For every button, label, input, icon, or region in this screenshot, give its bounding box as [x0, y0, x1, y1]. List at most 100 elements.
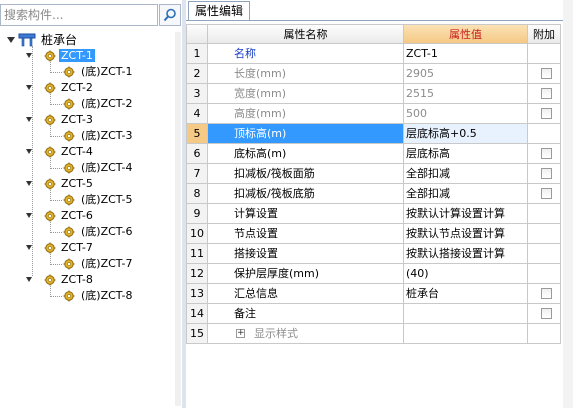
tree-child-item[interactable]: (底)ZCT-7 [79, 256, 134, 272]
extra-checkbox[interactable] [541, 168, 552, 179]
property-value[interactable]: 2905 [404, 64, 528, 84]
tree-child-item[interactable]: (底)ZCT-5 [79, 192, 134, 208]
extra-checkbox[interactable] [541, 308, 552, 319]
tree-group-label: ZCT-3 [61, 113, 93, 126]
property-value[interactable]: 500 [404, 104, 528, 124]
property-value[interactable]: 2515 [404, 84, 528, 104]
group-expander-icon[interactable] [26, 53, 32, 58]
row-number[interactable]: 8 [186, 184, 208, 204]
tree-connector [50, 286, 51, 295]
tree-group-item[interactable]: ZCT-1 [59, 48, 95, 64]
group-expander-icon[interactable] [26, 85, 32, 90]
tree-child-item[interactable]: (底)ZCT-1 [79, 64, 134, 80]
property-value[interactable]: 按默认搭接设置计算 [404, 244, 528, 264]
extra-checkbox[interactable] [541, 68, 552, 79]
tree-group-label: ZCT-8 [61, 273, 93, 286]
tree-child-item[interactable]: (底)ZCT-3 [79, 128, 134, 144]
extra-checkbox[interactable] [541, 108, 552, 119]
tree-group-item[interactable]: ZCT-2 [59, 80, 95, 96]
row-number[interactable]: 5 [186, 124, 208, 144]
property-value[interactable] [404, 324, 528, 344]
property-name[interactable]: 节点设置 [208, 224, 404, 244]
group-expander-icon[interactable] [26, 149, 32, 154]
search-button[interactable] [159, 4, 181, 26]
tree-child-item[interactable]: (底)ZCT-8 [79, 288, 134, 304]
header-name[interactable]: 属性名称 [208, 24, 404, 44]
property-value[interactable]: 按默认节点设置计算 [404, 224, 528, 244]
tree-root-expander-icon[interactable] [7, 37, 15, 43]
tree-connector [50, 296, 62, 297]
group-expander-icon[interactable] [26, 181, 32, 186]
tree-group-item[interactable]: ZCT-3 [59, 112, 95, 128]
property-name[interactable]: 顶标高(m) [208, 124, 404, 144]
row-number[interactable]: 4 [186, 104, 208, 124]
property-value[interactable]: (40) [404, 264, 528, 284]
tree-root-item[interactable]: 桩承台 [39, 32, 79, 48]
row-number[interactable]: 1 [186, 44, 208, 64]
tree-scrollbar[interactable] [175, 32, 181, 406]
tree-group-item[interactable]: ZCT-4 [59, 144, 95, 160]
property-name[interactable]: 汇总信息 [208, 284, 404, 304]
tree-connector [50, 190, 51, 199]
property-name[interactable]: 保护层厚度(mm) [208, 264, 404, 284]
search-input[interactable] [4, 7, 154, 23]
tree-child-item[interactable]: (底)ZCT-2 [79, 96, 134, 112]
property-name[interactable]: 名称 [208, 44, 404, 64]
property-value[interactable]: 全部扣减 [404, 184, 528, 204]
property-value[interactable]: 桩承台 [404, 284, 528, 304]
tab-property-editor[interactable]: 属性编辑 [188, 1, 251, 20]
row-number[interactable]: 9 [186, 204, 208, 224]
extra-checkbox[interactable] [541, 148, 552, 159]
property-name[interactable]: 宽度(mm) [208, 84, 404, 104]
row-number[interactable]: 2 [186, 64, 208, 84]
extra-checkbox[interactable] [541, 188, 552, 199]
row-number[interactable]: 3 [186, 84, 208, 104]
group-expander-icon[interactable] [26, 277, 32, 282]
property-value[interactable]: 层底标高 [404, 144, 528, 164]
row-number[interactable]: 6 [186, 144, 208, 164]
tree-child-item[interactable]: (底)ZCT-4 [79, 160, 134, 176]
extra-checkbox[interactable] [541, 88, 552, 99]
row-number[interactable]: 14 [186, 304, 208, 324]
tree-group-item[interactable]: ZCT-6 [59, 208, 95, 224]
property-name[interactable]: 长度(mm) [208, 64, 404, 84]
property-value[interactable]: 全部扣减 [404, 164, 528, 184]
row-number[interactable]: 7 [186, 164, 208, 184]
tree-connector [50, 136, 62, 137]
property-name[interactable]: 高度(mm) [208, 104, 404, 124]
row-number[interactable]: 11 [186, 244, 208, 264]
property-name[interactable]: 底标高(m) [208, 144, 404, 164]
extra-checkbox[interactable] [541, 288, 552, 299]
row-number[interactable]: 12 [186, 264, 208, 284]
row-number[interactable]: 13 [186, 284, 208, 304]
property-name[interactable]: 搭接设置 [208, 244, 404, 264]
tree-group-label: ZCT-2 [61, 81, 93, 94]
tree-group-item[interactable]: ZCT-5 [59, 176, 95, 192]
search-box[interactable] [0, 4, 158, 26]
grid-scrollbar[interactable] [563, 0, 573, 408]
tree-child-item[interactable]: (底)ZCT-6 [79, 224, 134, 240]
header-extra[interactable]: 附加 [528, 24, 561, 44]
property-name[interactable]: 计算设置 [208, 204, 404, 224]
row-number[interactable]: 10 [186, 224, 208, 244]
property-name[interactable]: 扣减板/筏板底筋 [208, 184, 404, 204]
property-name[interactable]: 备注 [208, 304, 404, 324]
group-expander-icon[interactable] [26, 245, 32, 250]
property-name[interactable]: + 显示样式 [208, 324, 404, 344]
expand-plus-icon[interactable]: + [236, 329, 245, 338]
group-expander-icon[interactable] [26, 213, 32, 218]
property-name[interactable]: 扣减板/筏板面筋 [208, 164, 404, 184]
row-number[interactable]: 15 [186, 324, 208, 344]
property-value[interactable]: 按默认计算设置计算 [404, 204, 528, 224]
property-value[interactable] [404, 304, 528, 324]
property-value[interactable]: ZCT-1 [404, 44, 528, 64]
tree-group-label: ZCT-4 [61, 145, 93, 158]
gear-icon [63, 258, 75, 270]
header-value[interactable]: 属性值 [404, 24, 528, 44]
tree-group-item[interactable]: ZCT-7 [59, 240, 95, 256]
gear-icon [63, 130, 75, 142]
property-value[interactable]: 层底标高+0.5 [404, 124, 528, 144]
tree-group-item[interactable]: ZCT-8 [59, 272, 95, 288]
group-expander-icon[interactable] [26, 117, 32, 122]
gear-icon [44, 274, 56, 286]
